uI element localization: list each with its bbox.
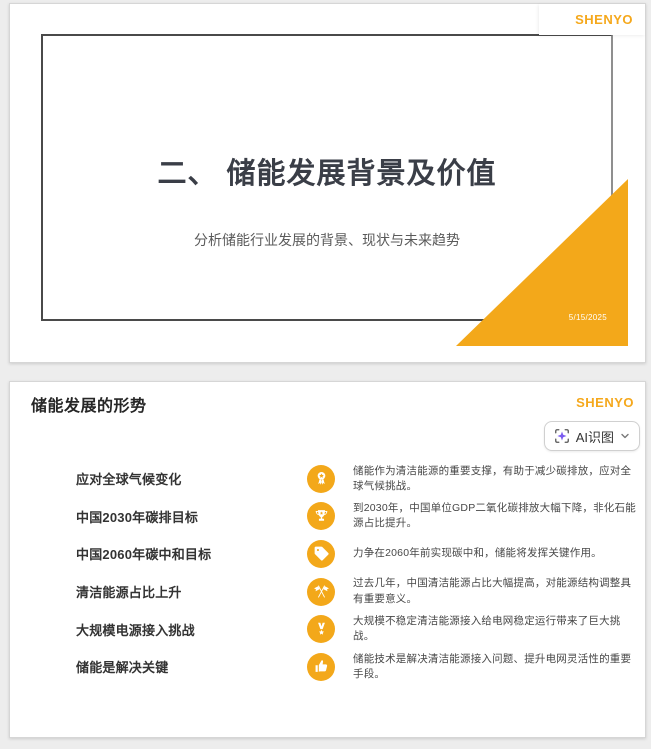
trophy-icon (307, 502, 335, 531)
list-item: 清洁能源占比上升 过去几年，中国清洁能源占比大幅提高，对能源结构调整具有重要意义… (10, 573, 647, 611)
ai-scan-sparkle-icon (554, 428, 570, 444)
list-item-label: 中国2060年碳中和目标 (76, 547, 212, 563)
list-item: 中国2060年碳中和目标 力争在2060年前实现碳中和，储能将发挥关键作用。 (10, 535, 647, 573)
price-tag-icon (307, 539, 335, 568)
crossed-flags-icon (307, 577, 335, 606)
list-item: 大规模电源接入挑战 大规模不稳定清洁能源接入给电网稳定运行带来了巨大挑战。 (10, 610, 647, 648)
list-item-label: 储能是解决关键 (76, 660, 169, 676)
list-item-desc: 到2030年，中国单位GDP二氧化碳排放大幅下降，非化石能源占比提升。 (353, 502, 636, 530)
slide-1-title: 二、 储能发展背景及价值 (157, 158, 497, 190)
list-item-desc: 力争在2060年前实现碳中和，储能将发挥关键作用。 (353, 547, 602, 560)
brand-logo: SHENYO (575, 12, 633, 27)
slide-2-content[interactable]: 储能发展的形势 SHENYO AI识图 应对全球气候变化 储能作为清洁能源的重要… (9, 381, 646, 738)
slide-date: 5/15/2025 (568, 313, 607, 322)
list-item: 中国2030年碳排目标 到2030年，中国单位GDP二氧化碳排放大幅下降，非化石… (10, 498, 647, 536)
medal-icon (307, 615, 335, 644)
slide-1-subtitle: 分析储能行业发展的背景、现状与未来趋势 (194, 232, 460, 248)
slide-1-logo-box: SHENYO (539, 4, 645, 35)
list-item: 应对全球气候变化 储能作为清洁能源的重要支撑，有助于减少碳排放，应对全球气候挑战… (10, 460, 647, 498)
list-item-desc: 大规模不稳定清洁能源接入给电网稳定运行带来了巨大挑战。 (353, 614, 621, 643)
brand-logo: SHENYO (576, 395, 634, 410)
list-item-desc: 储能技术是解决清洁能源接入问题、提升电网灵活性的重要手段。 (353, 652, 632, 680)
slide-1-section-cover[interactable]: SHENYO 二、 储能发展背景及价值 分析储能行业发展的背景、现状与未来趋势 … (9, 3, 646, 363)
ai-recognize-image-button[interactable]: AI识图 (543, 421, 640, 451)
situation-list: 应对全球气候变化 储能作为清洁能源的重要支撑，有助于减少碳排放，应对全球气候挑战… (10, 460, 647, 686)
list-item-label: 清洁能源占比上升 (76, 585, 182, 601)
list-item-label: 大规模电源接入挑战 (76, 622, 195, 638)
ai-button-label: AI识图 (575, 429, 614, 445)
list-item-label: 应对全球气候变化 (76, 472, 182, 488)
slide-2-title: 储能发展的形势 (31, 398, 147, 415)
list-item-desc: 储能作为清洁能源的重要支撑，有助于减少碳排放，应对全球气候挑战。 (353, 464, 632, 492)
list-item-desc: 过去几年，中国清洁能源占比大幅提高，对能源结构调整具有重要意义。 (353, 577, 632, 605)
chevron-down-icon[interactable] (620, 431, 630, 441)
list-item-label: 中国2030年碳排目标 (76, 509, 199, 525)
list-item: 储能是解决关键 储能技术是解决清洁能源接入问题、提升电网灵活性的重要手段。 (10, 648, 647, 686)
award-ribbon-icon (307, 464, 335, 493)
thumbs-up-icon (307, 652, 335, 681)
